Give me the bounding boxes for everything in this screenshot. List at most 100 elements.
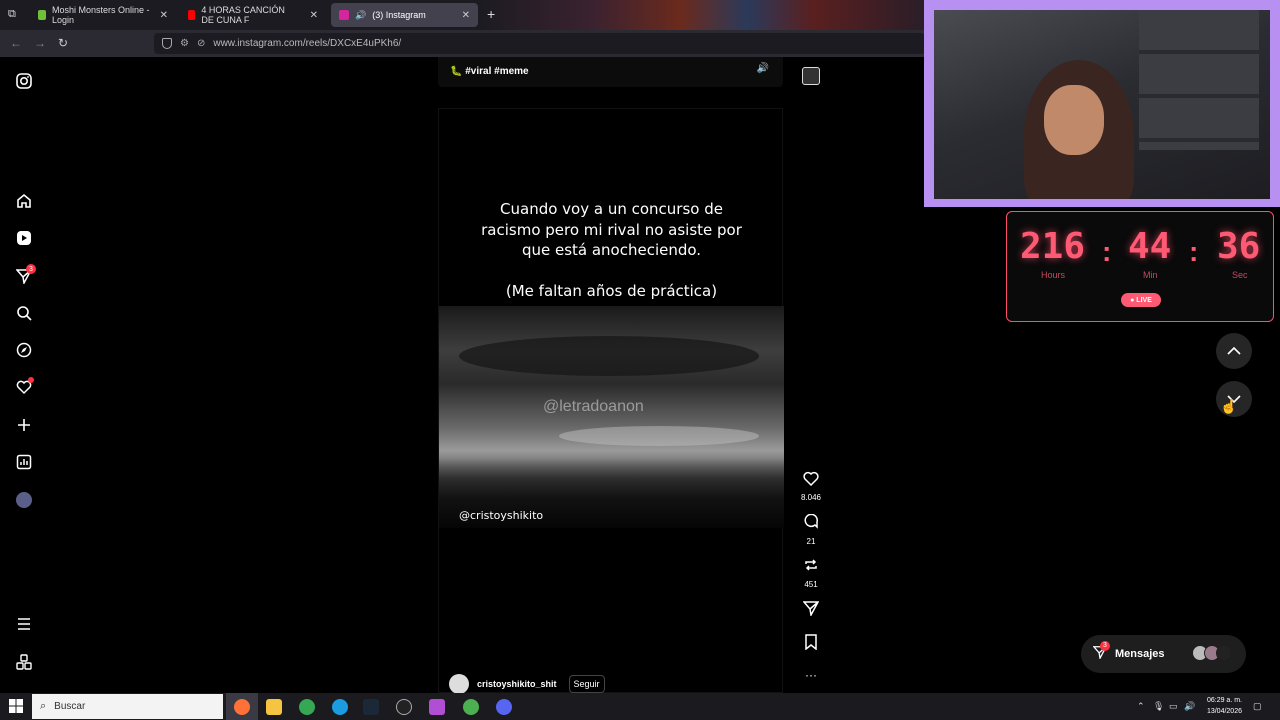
- url-text[interactable]: www.instagram.com/reels/DXCxE4uPKh6/: [213, 38, 401, 49]
- light-cloud: [559, 426, 759, 446]
- timer-seconds: 36: [1217, 226, 1261, 267]
- volume-icon[interactable]: 🔊: [1184, 701, 1195, 712]
- chrome-icon[interactable]: [299, 699, 315, 715]
- like-action[interactable]: 8.046: [797, 471, 825, 502]
- reel-caption: Cuando voy a un concurso de racismo pero…: [439, 199, 784, 302]
- audio-thumbnail[interactable]: [802, 67, 820, 85]
- save-action[interactable]: [797, 634, 825, 654]
- min-label: Min: [1143, 270, 1158, 280]
- tab-instagram[interactable]: 🔊 (3) Instagram ✕: [331, 3, 478, 27]
- webcam-overlay: [924, 0, 1280, 207]
- chrome-profile-icon[interactable]: [463, 699, 479, 715]
- explore-icon[interactable]: [14, 340, 34, 360]
- tracking-shield-icon[interactable]: [162, 38, 172, 49]
- instagram-sidebar: 3: [0, 57, 48, 693]
- windows-start-icon[interactable]: [9, 699, 23, 718]
- comment-icon[interactable]: [797, 513, 825, 534]
- windows-taskbar: ⌕ Buscar ⌃ 🎙 ▭ 🔊 06:29 a. m. 13/04/2026 …: [0, 693, 1280, 720]
- obs-icon[interactable]: [396, 699, 412, 715]
- sec-label: Sec: [1232, 270, 1248, 280]
- reel-video[interactable]: Cuando voy a un concurso de racismo pero…: [438, 108, 784, 694]
- microphone-icon[interactable]: 🎙: [1153, 701, 1164, 712]
- speaker-icon[interactable]: 🔊: [355, 10, 366, 21]
- new-tab-button[interactable]: +: [487, 6, 495, 22]
- watermark: @letradoanon: [543, 398, 644, 415]
- activity-dot: [28, 377, 34, 383]
- youtube-favicon-icon: [188, 10, 196, 20]
- streamer-face: [1044, 85, 1104, 155]
- author-avatar[interactable]: [449, 674, 469, 694]
- instagram-logo-icon[interactable]: [14, 71, 34, 91]
- reel-credit: @cristoyshikito: [459, 509, 544, 522]
- search-icon: ⌕: [40, 700, 47, 712]
- create-plus-icon[interactable]: [14, 415, 34, 435]
- timer-minutes: 44: [1128, 226, 1172, 267]
- tray-chevron-icon[interactable]: ⌃: [1137, 701, 1145, 712]
- repost-icon[interactable]: [797, 557, 825, 577]
- discord-icon[interactable]: [496, 699, 512, 715]
- caption-line: (Me faltan años de práctica): [505, 282, 718, 300]
- browser-nav-bar: ← → ↻ ⚙ ⊘ www.instagram.com/reels/DXCxE4…: [0, 30, 925, 57]
- also-from-meta-icon[interactable]: [14, 652, 34, 672]
- tab-youtube[interactable]: 4 HORAS CANCIÓN DE CUNA F ✕: [180, 3, 326, 27]
- close-tab-icon[interactable]: ✕: [462, 10, 470, 21]
- close-tab-icon[interactable]: ✕: [160, 10, 168, 21]
- hours-label: Hours: [1041, 270, 1066, 280]
- page-settings-icon[interactable]: ⚙: [180, 38, 189, 49]
- bookmark-icon[interactable]: [797, 634, 825, 654]
- url-bar[interactable]: ⚙ ⊘ www.instagram.com/reels/DXCxE4uPKh6/: [154, 33, 925, 54]
- firefox-icon[interactable]: [234, 699, 250, 715]
- more-options-action[interactable]: ···: [797, 667, 825, 683]
- tab-moshi[interactable]: Moshi Monsters Online - Login ✕: [30, 3, 176, 27]
- subathon-timer: 216 : 44 : 36 Hours Min Sec ● LIVE: [1006, 211, 1274, 322]
- no-tracking-icon[interactable]: ⊘: [197, 38, 205, 49]
- notification-badge: 3: [26, 264, 36, 274]
- message-avatars: [1192, 645, 1232, 661]
- taskbar-search-placeholder: Buscar: [54, 701, 86, 712]
- app-icon[interactable]: [429, 699, 445, 715]
- forward-icon[interactable]: →: [34, 36, 46, 50]
- close-tab-icon[interactable]: ✕: [310, 10, 318, 21]
- taskbar-clock[interactable]: 06:29 a. m. 13/04/2026: [1207, 695, 1242, 717]
- reload-icon[interactable]: ↻: [58, 36, 68, 50]
- file-explorer-icon[interactable]: [266, 699, 282, 715]
- home-icon[interactable]: [14, 191, 34, 211]
- notifications-icon[interactable]: ▢: [1253, 701, 1262, 712]
- comment-action[interactable]: 21: [797, 513, 825, 546]
- more-icon[interactable]: ···: [797, 667, 825, 683]
- ccleaner-icon[interactable]: [332, 699, 348, 715]
- back-icon[interactable]: ←: [10, 36, 22, 50]
- taskbar-search[interactable]: ⌕ Buscar: [32, 694, 223, 719]
- notifications-heart-icon[interactable]: [14, 377, 34, 397]
- steam-icon[interactable]: [363, 699, 379, 715]
- dashboard-icon[interactable]: [14, 452, 34, 472]
- background-shelf: [1139, 10, 1259, 150]
- caption-line: racismo pero mi rival no asiste por: [481, 220, 742, 239]
- profile-avatar[interactable]: [14, 490, 34, 510]
- share-action[interactable]: [797, 600, 825, 620]
- previous-reel-hashtags[interactable]: 🐛 #viral #meme: [450, 66, 529, 77]
- instagram-favicon-icon: [339, 10, 349, 20]
- tab-list-icon[interactable]: ⧉: [8, 8, 16, 21]
- sound-icon[interactable]: 🔊: [757, 63, 769, 74]
- reel-author: cristoyshikito_shit Seguir: [449, 674, 605, 694]
- author-name[interactable]: cristoyshikito_shit: [477, 679, 557, 689]
- timer-separator: :: [1102, 236, 1112, 267]
- webcam-feed: [934, 10, 1270, 199]
- moshi-favicon-icon: [38, 10, 46, 20]
- previous-reel[interactable]: 🐛 #viral #meme 🔊: [438, 57, 783, 87]
- repost-action[interactable]: 451: [797, 557, 825, 589]
- reels-icon[interactable]: [14, 228, 34, 248]
- avatar: [1216, 645, 1232, 661]
- previous-reel-button[interactable]: [1216, 333, 1252, 369]
- heart-icon[interactable]: [797, 471, 825, 490]
- follow-button[interactable]: Seguir: [568, 675, 605, 693]
- messages-button[interactable]: 3 Mensajes: [1081, 635, 1246, 673]
- browser-tab-bar: ⧉ Moshi Monsters Online - Login ✕ 4 HORA…: [0, 0, 925, 30]
- send-icon[interactable]: [797, 600, 825, 620]
- search-icon[interactable]: [14, 303, 34, 323]
- direct-messages-icon[interactable]: 3: [14, 264, 36, 286]
- dark-cloud: [459, 336, 759, 376]
- network-icon[interactable]: ▭: [1169, 701, 1178, 712]
- menu-icon[interactable]: [14, 614, 34, 634]
